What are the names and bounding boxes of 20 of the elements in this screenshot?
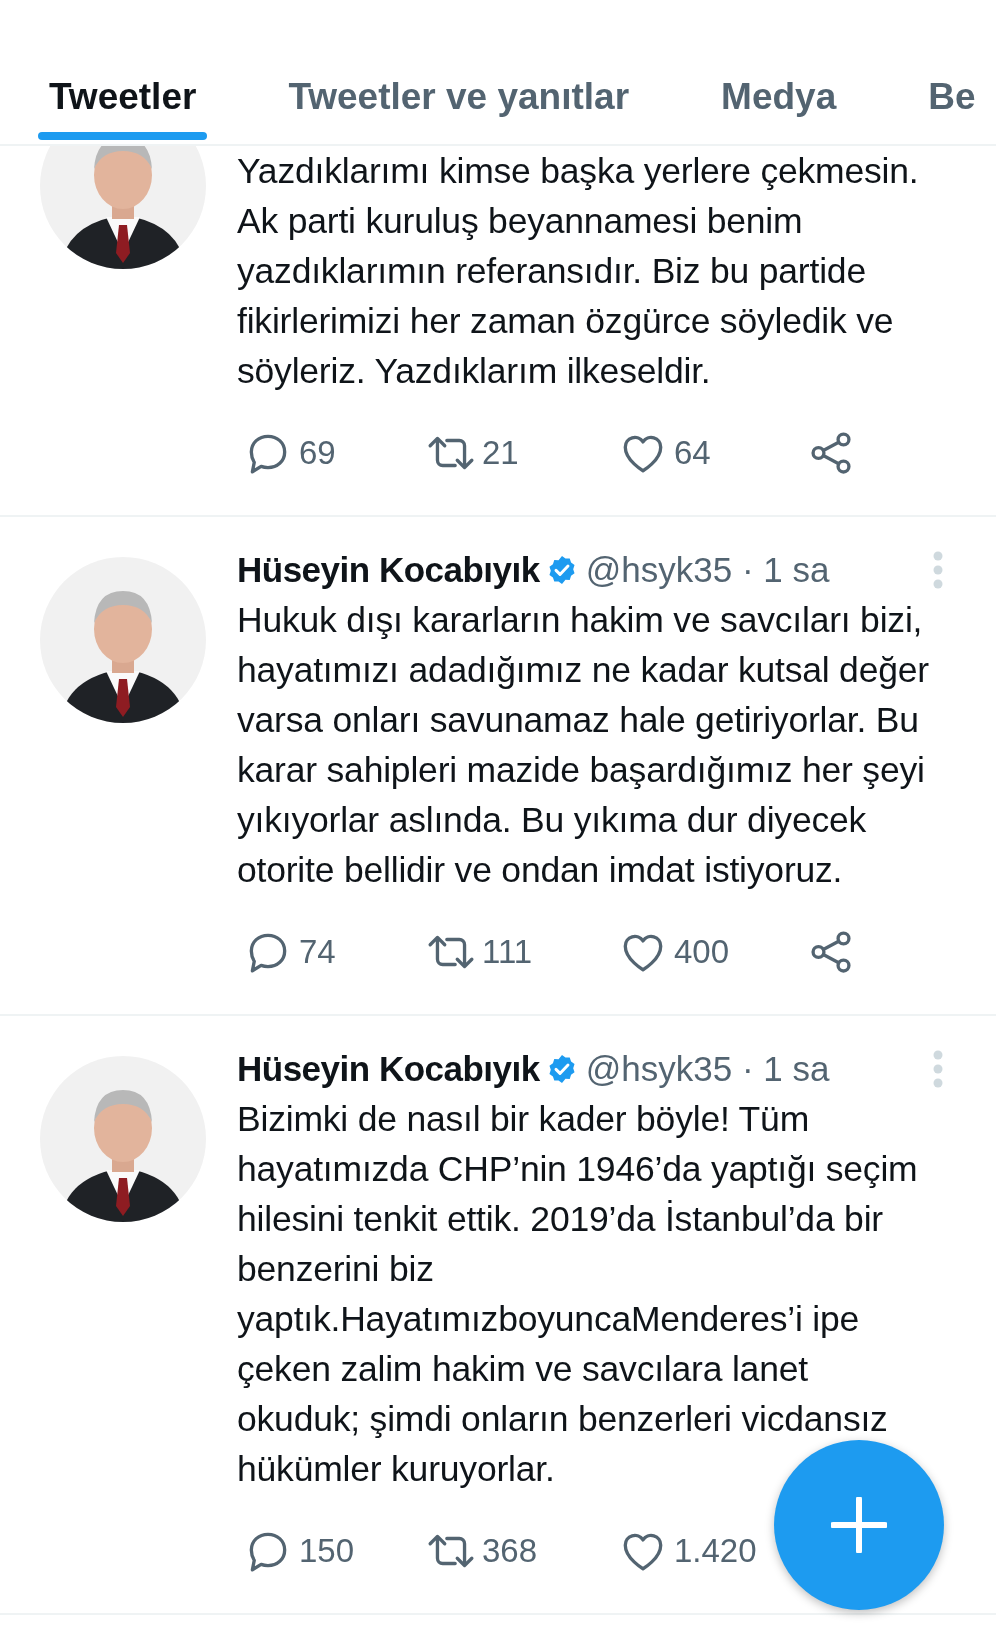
- tab[interactable]: Tweetler: [38, 0, 208, 144]
- retweet-button[interactable]: 21: [426, 423, 519, 483]
- tweet-text: Bizimki de nasıl bir kader böyle! Tüm hayatımızda CHP’nin 1946’da yaptığı seçim hilesini tenkit ettik. 2019’da İstanbul’da bir benzerini biz yaptık.HayatımızboyuncaMenderes’i ipe çeken zalim hakim ve savcılara lanet okuduk; şimdi onların benzerleri vicdansız hükümler kuruyorlar.: [237, 1098, 919, 1491]
- handle-and-time: @hsyk35 · 1 sa: [585, 550, 830, 590]
- tweet-text: Hukuk dışı kararların hakim ve savcıları bizi, hayatımızı adadığımız ne kadar kutsal değer varsa onları savunamaz hale getiriyorlar. Bu karar sahipleri mazide başardığımız her şeyi yıkıyorlar aslında. Bu yıkıma dur diyecek otorite bellidir ve ondan imdat istiyoruz.: [237, 599, 930, 892]
- reply-button[interactable]: 74: [243, 922, 336, 982]
- like-button[interactable]: 1.420: [618, 1521, 757, 1581]
- like-button[interactable]: 400: [618, 922, 730, 982]
- author-name[interactable]: Hüseyin Kocabıyık: [237, 1049, 540, 1089]
- tweet-text: Yazdıklarımı kimse başka yerlere çekmesin. Ak parti kuruluş beyannamesi benim yazdıklarımın referansıdır. Biz bu partide fikirlerimizi her zaman özgürce söyledik ve söyleriz. Yazdıklarım ilkeseldir.: [237, 150, 920, 393]
- retweet-button[interactable]: 368: [426, 1521, 538, 1581]
- handle-and-time: @hsyk35 · 1 sa: [585, 1049, 830, 1089]
- reply-button[interactable]: 150: [243, 1521, 355, 1581]
- author-name[interactable]: Hüseyin Kocabıyık: [237, 550, 540, 590]
- tab[interactable]: Medya: [710, 0, 848, 144]
- reply-button[interactable]: 69: [243, 423, 336, 483]
- like-button[interactable]: 64: [618, 423, 711, 483]
- tab[interactable]: Tweetler ve yanıtlar: [277, 0, 641, 144]
- retweet-button[interactable]: 111: [426, 922, 533, 982]
- tab[interactable]: Be: [917, 0, 987, 144]
